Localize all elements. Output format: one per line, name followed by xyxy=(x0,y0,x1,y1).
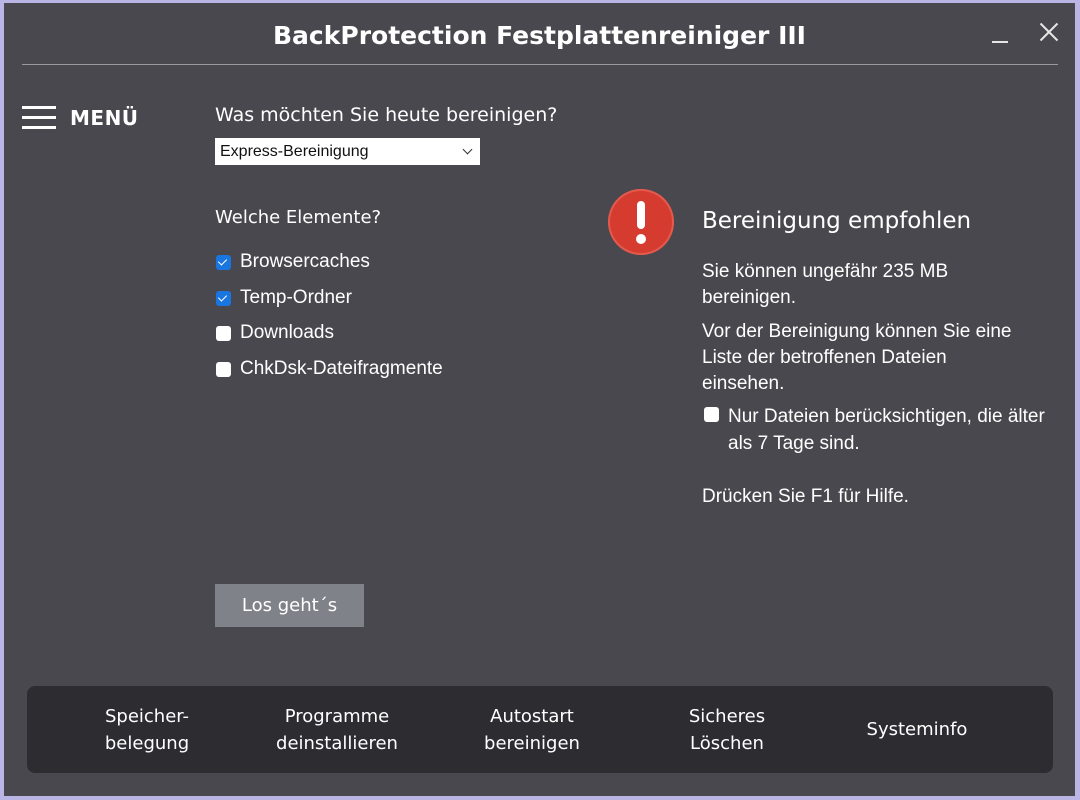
cleanup-mode-select[interactable]: Express-Bereinigung xyxy=(215,138,480,165)
minimize-icon[interactable] xyxy=(989,21,1011,45)
nav-system-info[interactable]: Systeminfo xyxy=(842,686,992,773)
checkbox-label: Downloads xyxy=(240,322,334,343)
checkbox-label: Nur Dateien berücksichtigen, die älter a… xyxy=(728,406,1045,454)
nav-storage-usage[interactable]: Speicher- belegung xyxy=(72,686,222,773)
close-icon[interactable] xyxy=(1036,19,1062,45)
checkbox-unchecked-icon[interactable] xyxy=(704,407,719,422)
help-hint: Drücken Sie F1 für Hilfe. xyxy=(702,486,909,507)
menu-button[interactable]: MENÜ xyxy=(22,103,152,135)
checkbox-label: Browsercaches xyxy=(240,251,370,272)
app-window: BackProtection Festplattenreiniger III M… xyxy=(4,3,1075,796)
elements-heading: Welche Elemente? xyxy=(215,207,382,228)
menu-label: MENÜ xyxy=(70,106,139,130)
hamburger-icon xyxy=(22,106,56,130)
cleanup-question: Was möchten Sie heute bereinigen? xyxy=(215,104,558,126)
window-title: BackProtection Festplattenreiniger III xyxy=(273,21,806,50)
title-divider xyxy=(22,64,1058,65)
checkbox-label: Temp-Ordner xyxy=(240,287,352,308)
start-button[interactable]: Los geht´s xyxy=(215,584,364,627)
checkbox-unchecked-icon[interactable] xyxy=(216,326,231,341)
file-list-text: Vor der Bereinigung können Sie eine List… xyxy=(702,321,1012,394)
checkbox-checked-icon[interactable] xyxy=(216,291,231,306)
nav-uninstall-programs[interactable]: Programme deinstallieren xyxy=(257,686,417,773)
size-estimate-text: Sie können ungefähr 235 MB bereinigen. xyxy=(702,261,949,308)
nav-secure-delete[interactable]: Sicheres Löschen xyxy=(652,686,802,773)
checkbox-label: ChkDsk-Dateifragmente xyxy=(240,358,443,379)
cleanup-mode-value: Express-Bereinigung xyxy=(220,143,369,160)
chevron-down-icon xyxy=(462,144,473,155)
exclamation-icon xyxy=(608,189,674,255)
recommendation-title: Bereinigung empfohlen xyxy=(702,208,972,234)
bottom-nav: Speicher- belegung Programme deinstallie… xyxy=(27,686,1053,773)
checkbox-checked-icon[interactable] xyxy=(216,255,231,270)
nav-autostart-cleanup[interactable]: Autostart bereinigen xyxy=(457,686,607,773)
checkbox-unchecked-icon[interactable] xyxy=(216,362,231,377)
